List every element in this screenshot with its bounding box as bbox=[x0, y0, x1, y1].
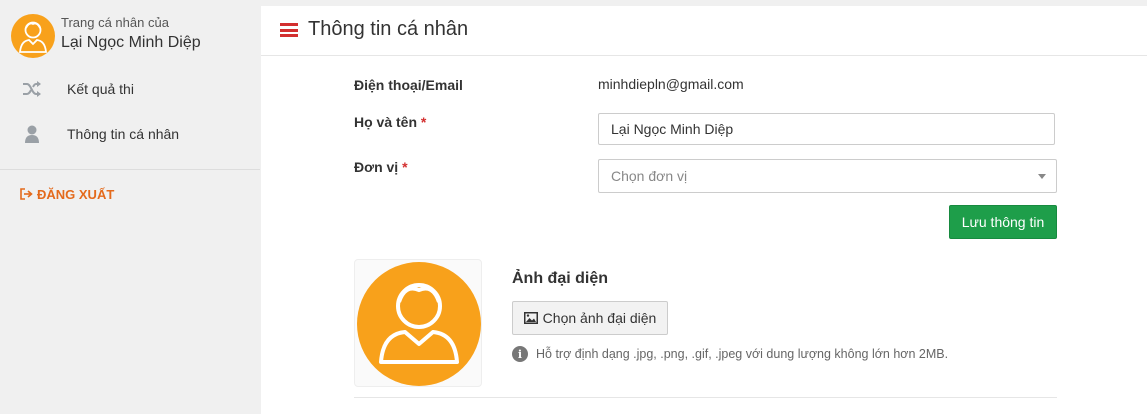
image-icon bbox=[523, 312, 538, 324]
choose-avatar-button[interactable]: Chọn ảnh đại diện bbox=[512, 301, 668, 335]
contact-label: Điện thoại/Email bbox=[354, 77, 463, 93]
unit-label-text: Đơn vị bbox=[354, 159, 399, 175]
avatar-preview bbox=[354, 259, 482, 387]
logout-label: ĐĂNG XUẤT bbox=[37, 186, 115, 202]
unit-select-placeholder: Chọn đơn vị bbox=[611, 168, 688, 184]
page-title: Thông tin cá nhân bbox=[308, 18, 469, 40]
logout-link[interactable]: ĐĂNG XUẤT bbox=[20, 185, 114, 203]
sidebar-item-exam-results[interactable]: Kết quả thi bbox=[0, 69, 260, 109]
user-icon bbox=[22, 124, 42, 144]
profile-block: Trang cá nhân của Lại Ngọc Minh Diệp bbox=[11, 14, 256, 60]
unit-select[interactable]: Chọn đơn vị bbox=[598, 159, 1057, 193]
choose-avatar-label: Chọn ảnh đại diện bbox=[542, 310, 657, 326]
profile-caption: Trang cá nhân của bbox=[61, 15, 169, 30]
upload-hint: i Hỗ trợ định dạng .jpg, .png, .gif, .jp… bbox=[512, 345, 948, 363]
user-avatar-icon bbox=[379, 283, 459, 364]
full-name-input[interactable] bbox=[598, 113, 1055, 145]
profile-name[interactable]: Lại Ngọc Minh Diệp bbox=[61, 34, 201, 52]
sign-out-icon bbox=[20, 188, 33, 200]
main-panel: Thông tin cá nhân Điện thoại/Email minhd… bbox=[261, 6, 1147, 414]
contact-value: minhdiepln@gmail.com bbox=[598, 76, 744, 92]
sidebar: Trang cá nhân của Lại Ngọc Minh Diệp Kết… bbox=[0, 0, 260, 414]
required-mark: * bbox=[420, 114, 427, 130]
avatar-heading: Ảnh đại diện bbox=[512, 270, 608, 287]
sidebar-item-label: Kết quả thi bbox=[67, 81, 134, 97]
name-label-text: Họ và tên bbox=[354, 114, 418, 130]
unit-label: Đơn vị * bbox=[354, 159, 408, 175]
sidebar-divider bbox=[0, 169, 260, 170]
info-icon: i bbox=[512, 346, 528, 362]
save-button[interactable]: Lưu thông tin bbox=[949, 205, 1057, 239]
avatar bbox=[11, 14, 55, 58]
avatar bbox=[357, 262, 481, 386]
upload-hint-text: Hỗ trợ định dạng .jpg, .png, .gif, .jpeg… bbox=[536, 347, 949, 361]
sidebar-item-label: Thông tin cá nhân bbox=[67, 126, 180, 142]
section-divider bbox=[354, 397, 1057, 398]
user-avatar-icon bbox=[19, 21, 47, 53]
page-header: Thông tin cá nhân bbox=[261, 6, 1147, 56]
required-mark: * bbox=[402, 159, 408, 175]
sidebar-item-personal-info[interactable]: Thông tin cá nhân bbox=[0, 114, 260, 154]
chevron-down-icon bbox=[1038, 174, 1046, 179]
shuffle-icon bbox=[22, 79, 42, 99]
menu-toggle-icon[interactable] bbox=[280, 23, 298, 37]
name-label: Họ và tên * bbox=[354, 114, 426, 130]
